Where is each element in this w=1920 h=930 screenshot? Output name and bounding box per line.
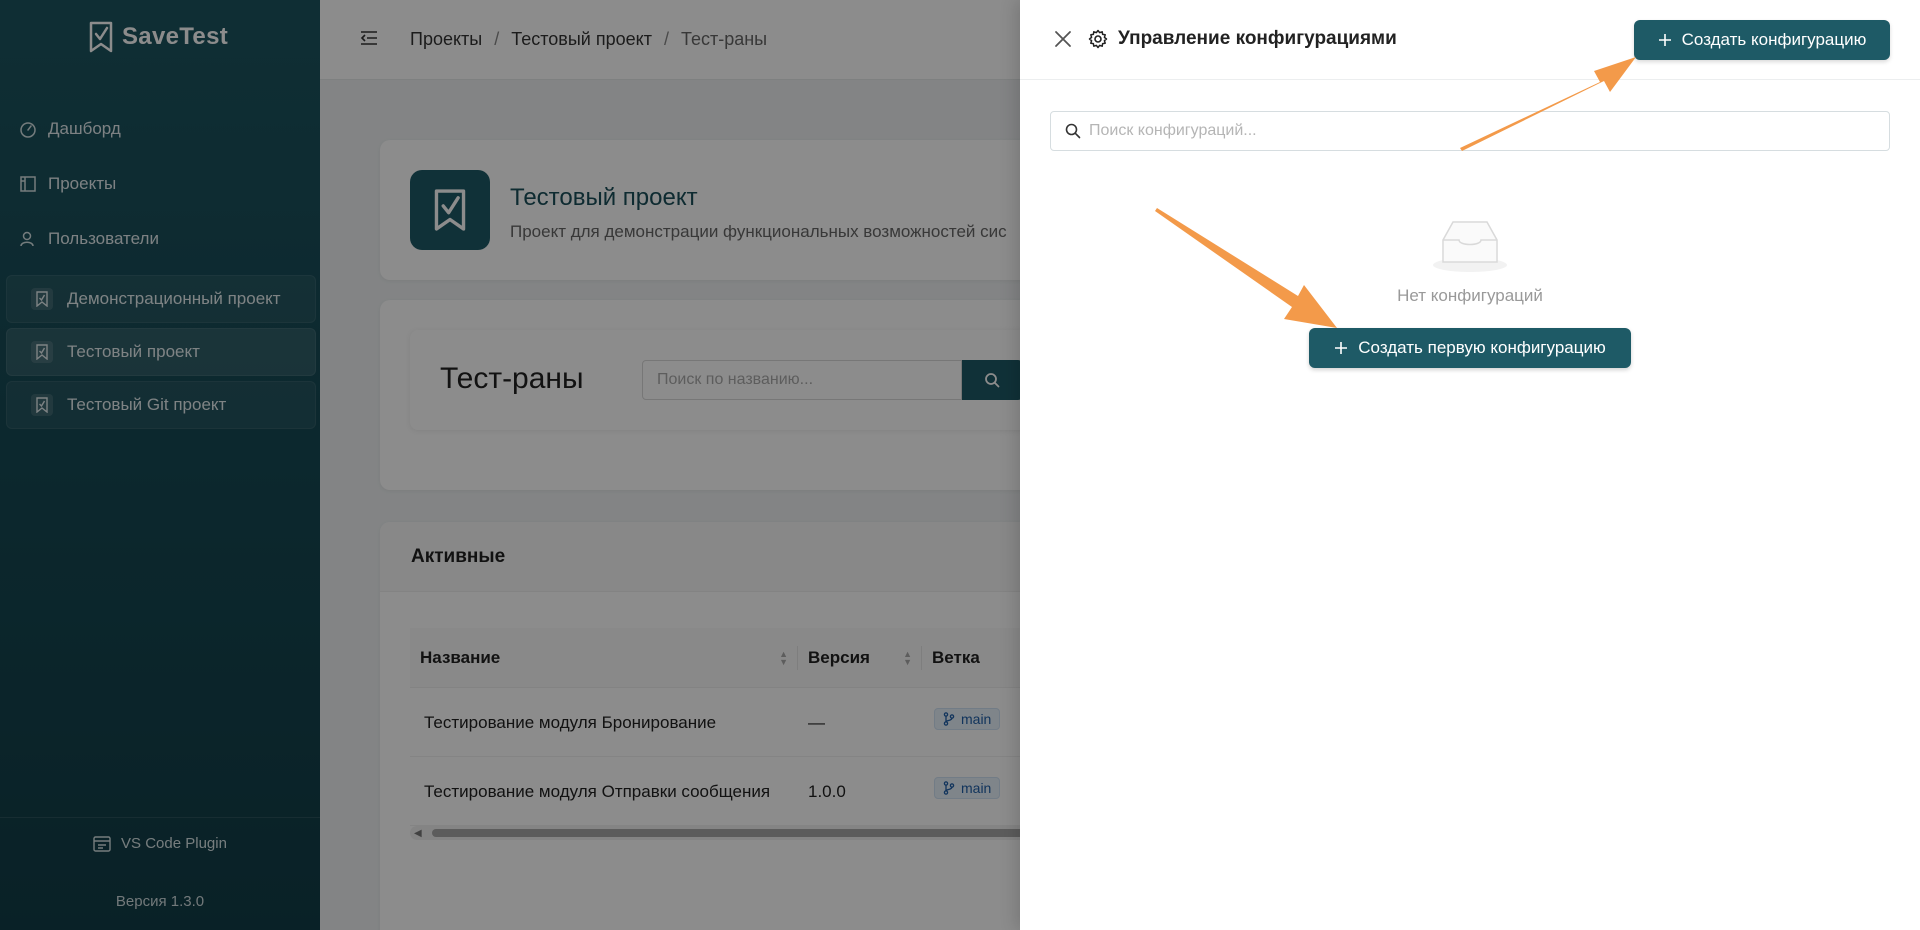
close-button[interactable] [1052, 28, 1074, 50]
create-first-config-button[interactable]: Создать первую конфигурацию [1309, 328, 1631, 368]
search-icon [1065, 123, 1081, 139]
plus-icon [1335, 342, 1348, 354]
config-search-field[interactable] [1050, 111, 1890, 151]
drawer-title-text: Управление конфигурациями [1118, 28, 1397, 49]
close-icon [1055, 31, 1071, 47]
gear-icon [1088, 29, 1108, 49]
config-search-input[interactable] [1089, 122, 1869, 140]
modal-overlay[interactable] [0, 0, 1020, 930]
plus-icon [1658, 34, 1671, 46]
empty-inbox-icon [1429, 218, 1511, 279]
create-config-button[interactable]: Создать конфигурацию [1634, 20, 1890, 60]
drawer-header: Управление конфигурациями Создать конфиг… [1020, 0, 1920, 80]
config-drawer: Управление конфигурациями Создать конфиг… [1020, 0, 1920, 930]
empty-state-text: Нет конфигураций [1397, 286, 1543, 305]
drawer-title: Управление конфигурациями [1088, 28, 1397, 50]
